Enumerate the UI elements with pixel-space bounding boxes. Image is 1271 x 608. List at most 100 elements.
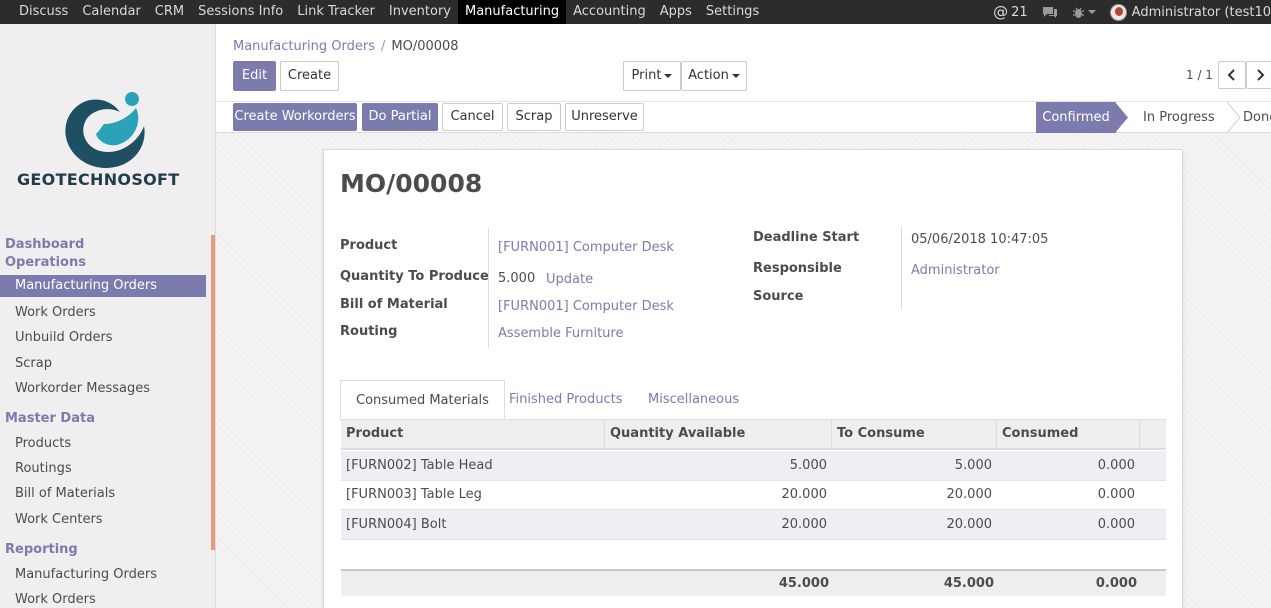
row-quantity-available: 5.000 — [789, 458, 827, 473]
table-footer-totals: 45.000 45.000 0.000 — [341, 569, 1166, 596]
action-label: Action — [688, 68, 729, 83]
sidebar-item-work-orders[interactable]: Work Orders — [15, 305, 96, 320]
cancel-button[interactable]: Cancel — [442, 103, 503, 131]
menu-manufacturing[interactable]: Manufacturing — [457, 0, 567, 24]
breadcrumb-parent[interactable]: Manufacturing Orders — [233, 39, 375, 54]
field-divider-left — [488, 228, 489, 348]
chevron-left-icon — [1227, 68, 1235, 81]
column-product[interactable]: Product — [341, 420, 605, 448]
notifications[interactable]: @ 21 — [993, 3, 1028, 21]
sidebar-scrollbar[interactable] — [211, 235, 215, 550]
row-consumed: 0.000 — [1097, 517, 1135, 532]
sidebar-section-dashboard-operations[interactable]: Dashboard Operations — [5, 236, 86, 272]
row-to-consume: 5.000 — [954, 458, 992, 473]
breadcrumb-current: MO/00008 — [391, 39, 459, 54]
row-product: [FURN004] Bolt — [346, 517, 447, 532]
debug-menu[interactable] — [1072, 6, 1096, 19]
tab-finished-products[interactable]: Finished Products — [509, 380, 623, 420]
table-header: Product Quantity Available To Consume Co… — [341, 420, 1166, 450]
menu-apps[interactable]: Apps — [653, 0, 699, 24]
create-button[interactable]: Create — [280, 61, 339, 91]
messages[interactable] — [1042, 6, 1058, 19]
column-to-consume[interactable]: To Consume — [832, 420, 997, 448]
stage-confirmed[interactable]: Confirmed — [1036, 102, 1116, 133]
chat-icon — [1042, 6, 1057, 18]
breadcrumb: Manufacturing Orders / MO/00008 — [233, 39, 459, 54]
stage-arrow-current — [1115, 102, 1128, 133]
at-icon: @ — [993, 3, 1009, 21]
row-to-consume: 20.000 — [946, 487, 993, 502]
sidebar-item-bill-of-materials[interactable]: Bill of Materials — [15, 486, 115, 501]
bug-icon — [1072, 7, 1084, 18]
unreserve-button[interactable]: Unreserve — [565, 103, 644, 131]
column-consumed[interactable]: Consumed — [997, 420, 1140, 448]
scrap-button[interactable]: Scrap — [507, 103, 561, 131]
menu-calendar[interactable]: Calendar — [75, 0, 147, 24]
row-to-consume: 20.000 — [946, 517, 993, 532]
user-menu[interactable]: Administrator (test10 — [1109, 3, 1271, 21]
tab-consumed-materials[interactable]: Consumed Materials — [340, 380, 505, 420]
quantity-field: 5.000 — [498, 271, 536, 286]
menu-accounting[interactable]: Accounting — [566, 0, 653, 24]
pager-previous-button[interactable] — [1218, 61, 1246, 89]
sidebar-item-products[interactable]: Products — [15, 436, 71, 451]
table-row[interactable]: [FURN004] Bolt 20.000 20.000 0.000 — [341, 510, 1166, 540]
total-quantity-available: 45.000 — [778, 576, 829, 591]
menu-inventory[interactable]: Inventory — [382, 0, 458, 24]
column-quantity-available[interactable]: Quantity Available — [605, 420, 832, 448]
sidebar-item-work-centers[interactable]: Work Centers — [15, 512, 103, 527]
sidebar-item-workorder-messages[interactable]: Workorder Messages — [15, 381, 150, 396]
sidebar-item-manufacturing-orders[interactable]: Manufacturing Orders — [0, 275, 206, 297]
breadcrumb-separator: / — [380, 39, 386, 54]
print-dropdown[interactable]: Print — [623, 61, 681, 91]
chevron-down-icon — [731, 73, 740, 78]
table-row[interactable]: [FURN003] Table Leg 20.000 20.000 0.000 — [341, 480, 1166, 510]
sidebar-item-unbuild-orders[interactable]: Unbuild Orders — [15, 330, 113, 345]
user-name: Administrator (test10 — [1131, 4, 1271, 20]
row-consumed: 0.000 — [1097, 458, 1135, 473]
create-workorders-button[interactable]: Create Workorders — [233, 103, 357, 131]
sidebar: GEOTECHNOSOFT Dashboard Operations Manuf… — [0, 24, 216, 608]
stage-arrow-separator — [1227, 102, 1241, 133]
chevron-down-icon — [1087, 10, 1096, 14]
menu-sessions-info[interactable]: Sessions Info — [191, 0, 290, 24]
action-dropdown[interactable]: Action — [681, 61, 747, 91]
product-field[interactable]: [FURN001] Computer Desk — [498, 240, 674, 255]
sidebar-item-routings[interactable]: Routings — [15, 461, 72, 476]
app-menu: Discuss Calendar CRM Sessions Info Link … — [12, 0, 766, 24]
sidebar-item-scrap[interactable]: Scrap — [15, 356, 52, 371]
row-product: [FURN002] Table Head — [346, 458, 493, 473]
sidebar-section-master-data[interactable]: Master Data — [5, 410, 95, 428]
sidebar-item-report-manufacturing-orders[interactable]: Manufacturing Orders — [15, 567, 157, 582]
do-partial-button[interactable]: Do Partial — [362, 103, 438, 131]
stage-in-progress[interactable]: In Progress — [1143, 102, 1215, 133]
responsible-field[interactable]: Administrator — [911, 263, 1000, 278]
deadline-field: 05/06/2018 10:47:05 — [911, 232, 1049, 247]
bom-field[interactable]: [FURN001] Computer Desk — [498, 299, 674, 314]
field-divider-right — [901, 226, 902, 310]
pager-value: 1 / 1 — [1186, 68, 1213, 82]
row-product: [FURN003] Table Leg — [346, 487, 482, 502]
deadline-label: Deadline Start — [753, 230, 860, 245]
row-quantity-available: 20.000 — [781, 487, 828, 502]
chevron-down-icon — [664, 73, 673, 78]
top-navbar: Discuss Calendar CRM Sessions Info Link … — [0, 0, 1271, 24]
menu-discuss[interactable]: Discuss — [12, 0, 75, 24]
record-title: MO/00008 — [340, 169, 483, 198]
menu-settings[interactable]: Settings — [699, 0, 766, 24]
tab-miscellaneous[interactable]: Miscellaneous — [648, 380, 739, 420]
quantity-label: Quantity To Produce — [340, 269, 489, 284]
edit-button[interactable]: Edit — [233, 61, 276, 91]
total-to-consume: 45.000 — [943, 576, 994, 591]
pager-next-button[interactable] — [1246, 61, 1271, 89]
systray: @ 21 Administrator (test10 — [979, 0, 1271, 24]
menu-link-tracker[interactable]: Link Tracker — [290, 0, 382, 24]
update-quantity-button[interactable]: Update — [546, 272, 593, 287]
source-label: Source — [753, 289, 804, 304]
stage-done[interactable]: Done — [1243, 102, 1271, 133]
sidebar-section-reporting[interactable]: Reporting — [5, 541, 78, 559]
sidebar-item-report-work-orders[interactable]: Work Orders — [15, 592, 96, 607]
table-row[interactable]: [FURN002] Table Head 5.000 5.000 0.000 — [341, 451, 1166, 481]
routing-field[interactable]: Assemble Furniture — [498, 326, 623, 341]
menu-crm[interactable]: CRM — [148, 0, 191, 24]
